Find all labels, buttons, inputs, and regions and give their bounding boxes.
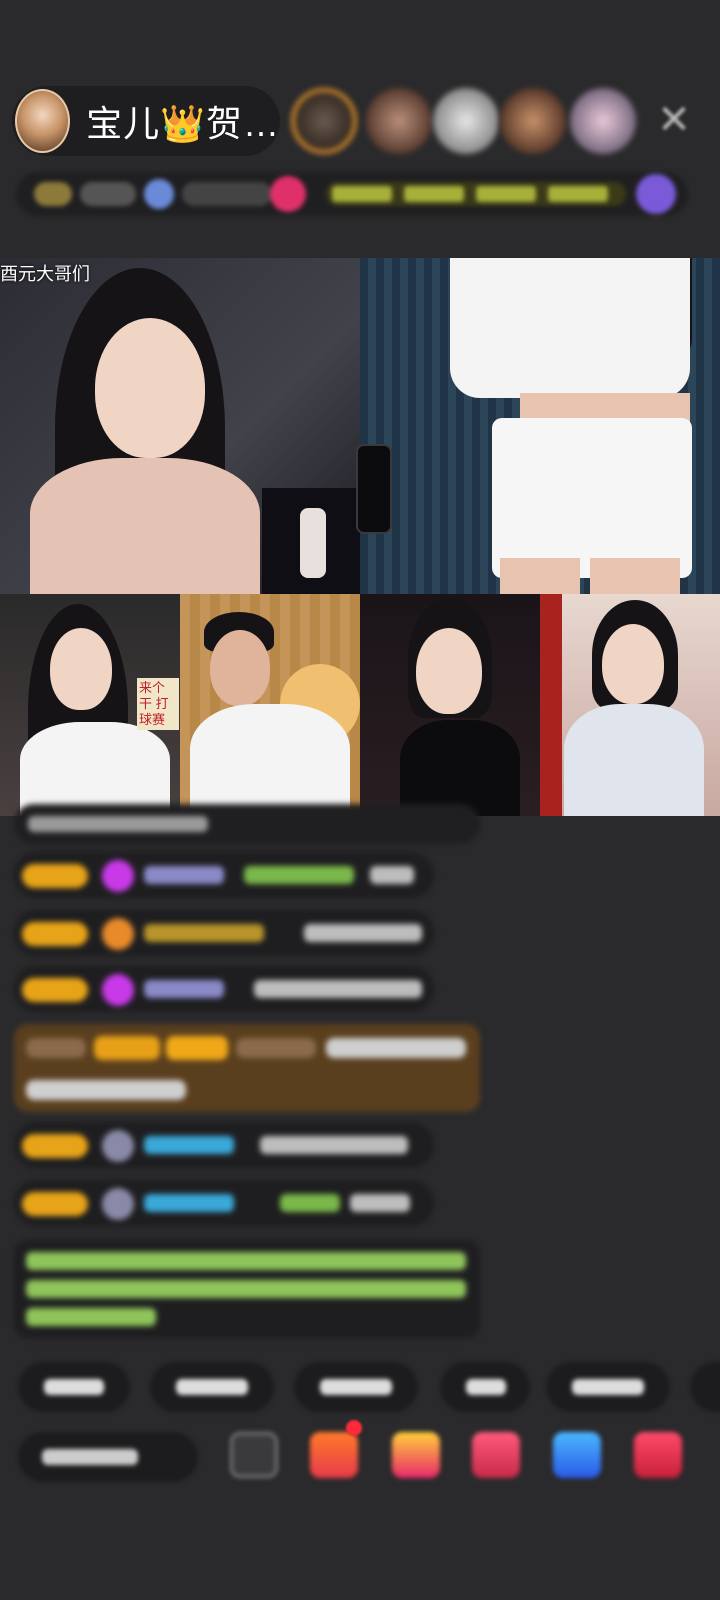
activity-icon[interactable] [636,174,676,214]
quick-reply-chip[interactable] [690,1362,720,1412]
popularity-icon [144,179,174,209]
host-name: 宝儿👑贺… [86,103,280,144]
top-viewer-avatar[interactable] [433,88,499,154]
system-message [14,804,480,844]
share-icon[interactable] [230,1432,278,1478]
popularity-text [182,182,272,206]
room-label: 酉元大哥们 [0,264,90,284]
fan-badge-icon [102,974,134,1006]
close-icon[interactable]: ✕ [652,98,696,142]
sign-card: 来个干 打球赛 [137,678,179,730]
host-avatar[interactable] [15,89,71,153]
host-info-pill[interactable]: 宝儿👑贺… [12,86,280,156]
message-text [260,1136,408,1154]
message-text [254,980,422,998]
chat-message[interactable] [14,966,434,1012]
ticker-banner[interactable] [326,182,626,206]
highlighted-message[interactable] [14,1024,480,1112]
fan-badge-icon [102,1188,134,1220]
username[interactable] [144,1136,234,1154]
quick-reply-chip[interactable] [150,1362,274,1412]
quick-reply-chip[interactable] [546,1362,670,1412]
message-text [304,924,422,942]
video-tile-guest[interactable]: 来个干 打球赛 [0,594,180,816]
video-tile-host[interactable]: 酉元大哥们 [0,258,360,594]
quick-reply-chip[interactable] [18,1362,130,1412]
username[interactable] [144,980,224,998]
game-icon[interactable] [553,1432,601,1478]
chat-message[interactable] [14,910,434,956]
video-tile-guest[interactable] [360,258,720,594]
heart-gift-icon[interactable] [472,1432,520,1478]
username[interactable] [144,866,224,884]
video-tile-guest[interactable] [540,594,720,816]
comment-input[interactable] [18,1432,198,1482]
chat-message[interactable] [14,852,434,898]
message-text [370,866,414,884]
top-viewer-avatar[interactable] [570,88,636,154]
gift-icon[interactable] [310,1432,358,1478]
video-tile-guest[interactable] [180,594,360,816]
level-badge [22,1192,88,1216]
username[interactable] [144,924,264,942]
level-badge [22,864,88,888]
hot-icon [270,176,306,212]
username[interactable] [144,1194,234,1212]
chat-message[interactable] [14,1180,434,1226]
fan-badge-icon [102,918,134,950]
quick-reply-chip[interactable] [294,1362,418,1412]
notification-dot [346,1420,362,1436]
face [95,318,205,458]
top-viewer-avatar[interactable] [500,88,566,154]
video-grid: 酉元大哥们 来个干 打球赛 [0,258,720,816]
microphone [356,444,392,534]
chat-message[interactable] [14,1122,434,1168]
announcement-message [14,1240,480,1338]
level-badge [22,1134,88,1158]
more-icon[interactable] [634,1432,682,1478]
top-viewer-avatar[interactable] [291,88,357,154]
fan-badge-icon [102,1130,134,1162]
present-box-icon[interactable] [392,1432,440,1478]
fan-badge-icon [102,860,134,892]
message-text [350,1194,410,1212]
level-badge [22,922,88,946]
level-badge [22,978,88,1002]
rank-text [80,182,136,206]
quick-reply-chip[interactable] [440,1362,530,1412]
top-viewer-avatar[interactable] [366,88,432,154]
video-tile-guest[interactable] [360,594,540,816]
rank-badge [34,182,72,206]
inset-video [262,488,360,594]
room-info-bar[interactable] [16,172,688,216]
